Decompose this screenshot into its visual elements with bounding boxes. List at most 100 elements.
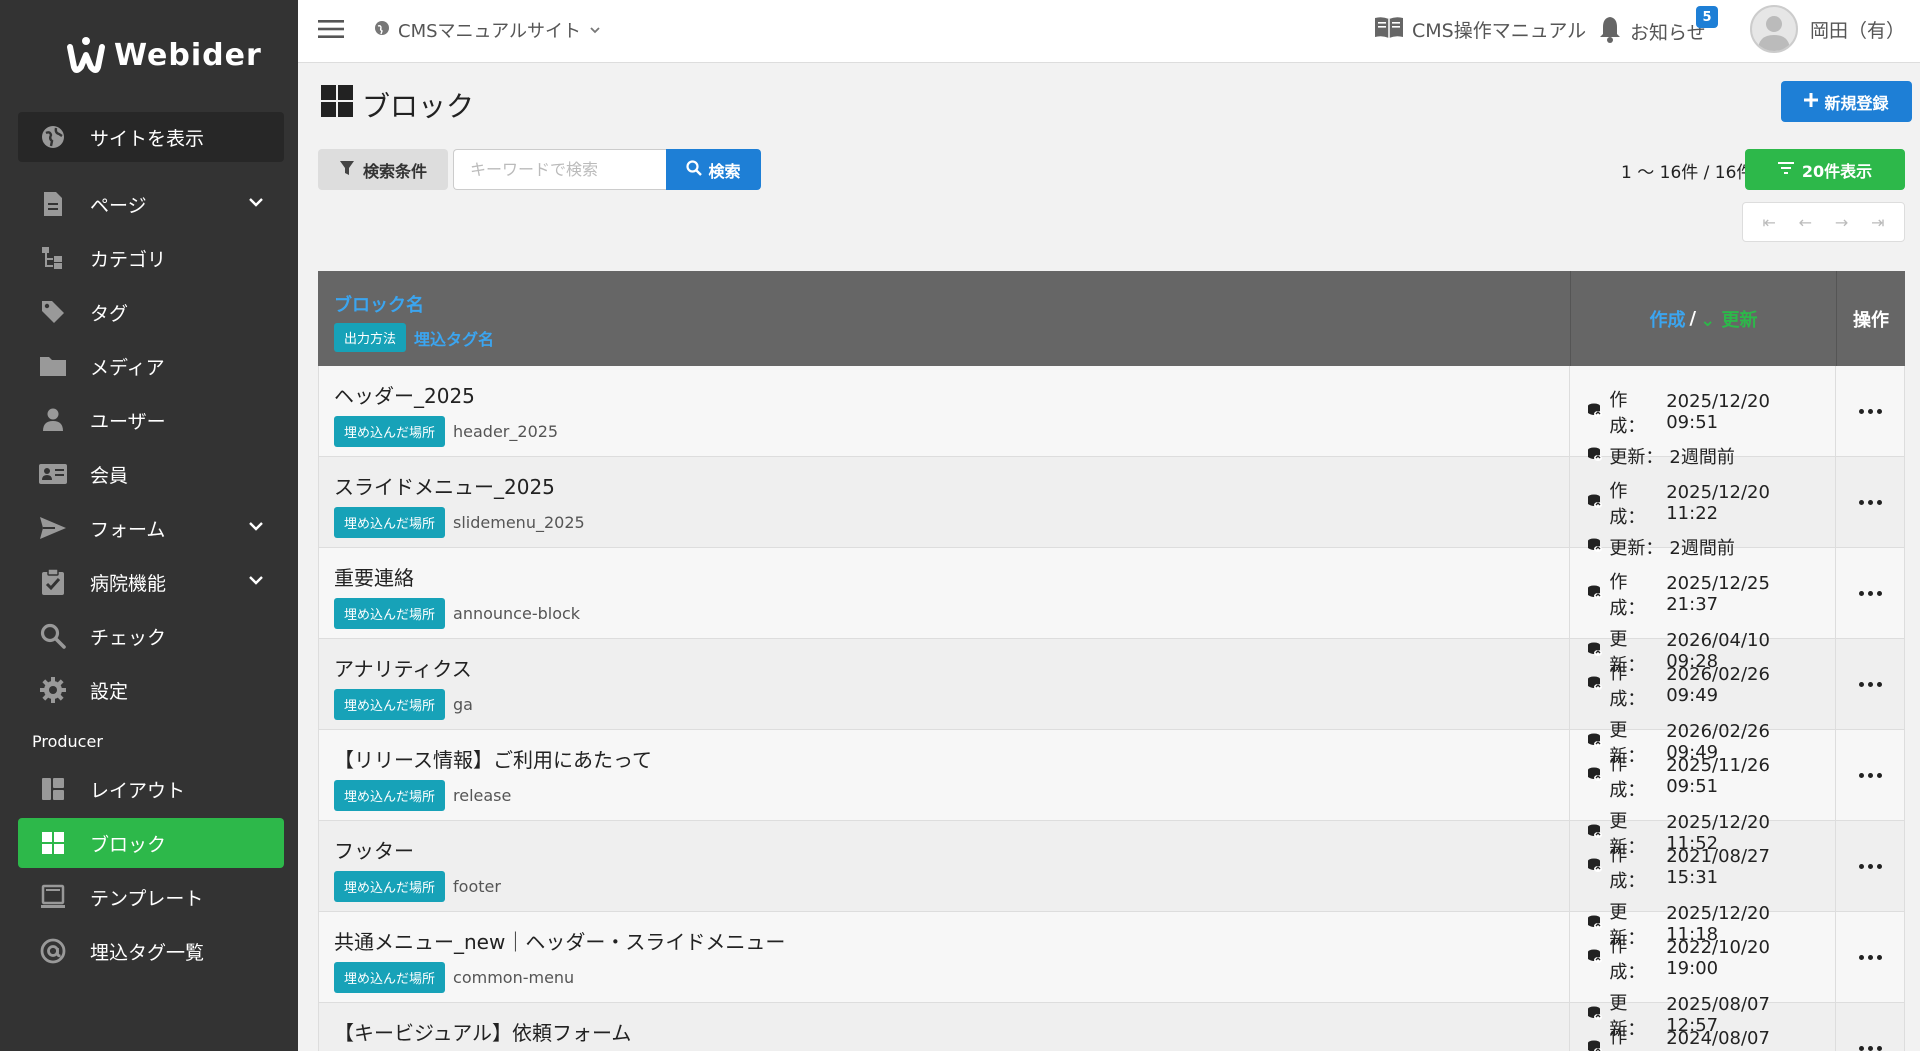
table-row[interactable]: 【キービジュアル】依頼フォーム 作成： 2024/08/07 12:01 <box>318 1003 1905 1051</box>
sidebar-item-forms[interactable]: フォーム <box>18 503 284 553</box>
block-name[interactable]: フッター <box>334 835 1554 864</box>
embed-location-chip[interactable]: 埋め込んだ場所 <box>334 780 446 811</box>
embed-location-chip[interactable]: 埋め込んだ場所 <box>334 598 446 629</box>
embed-location-chip[interactable]: 埋め込んだ場所 <box>334 962 446 993</box>
manual-link[interactable]: CMS操作マニュアル <box>1374 15 1586 44</box>
row-actions-cell <box>1836 548 1904 638</box>
brand-logo[interactable]: Webider <box>64 30 262 80</box>
pagination: ⇤ ← → ⇥ <box>1742 202 1905 242</box>
result-count: 1 〜 16件 / 16件 <box>1621 163 1754 183</box>
created-prefix: 作成： <box>1609 663 1646 710</box>
brand-name: Webider <box>114 37 262 73</box>
more-actions-icon[interactable] <box>1858 772 1882 778</box>
last-page-icon[interactable]: ⇥ <box>1871 213 1884 232</box>
database-icon <box>1587 948 1603 969</box>
filter-conditions-button[interactable]: 検索条件 <box>318 149 448 190</box>
embed-location-chip[interactable]: 埋め込んだ場所 <box>334 507 446 538</box>
row-actions-cell <box>1836 1003 1904 1051</box>
table-row[interactable]: フッター 埋め込んだ場所 footer 作成： 2021/08/27 15:31 更新： 2… <box>318 821 1905 949</box>
book-icon <box>1374 15 1404 44</box>
more-actions-icon[interactable] <box>1858 863 1882 869</box>
table-row[interactable]: アナリティクス 埋め込んだ場所 ga 作成： 2026/02/26 09:49 更新： 20… <box>318 639 1905 767</box>
sidebar-item-hospital[interactable]: 病院機能 <box>18 557 284 607</box>
created-prefix: 作成： <box>1609 572 1646 619</box>
sort-block-name[interactable]: ブロック名 <box>334 291 1554 317</box>
embed-location-chip[interactable]: 埋め込んだ場所 <box>334 689 446 720</box>
more-actions-icon[interactable] <box>1858 954 1882 960</box>
block-name[interactable]: スライドメニュー_2025 <box>334 471 1554 500</box>
layout-icon <box>38 774 68 804</box>
block-name[interactable]: ヘッダー_2025 <box>334 380 1554 409</box>
site-selector[interactable]: CMSマニュアルサイト <box>374 17 601 43</box>
sidebar-item-blocks[interactable]: ブロック <box>18 818 284 868</box>
notification-count-badge: 5 <box>1696 6 1718 28</box>
sidebar-item-layout[interactable]: レイアウト <box>18 764 284 814</box>
table-row[interactable]: ヘッダー_2025 埋め込んだ場所 header_2025 作成： 2025/12/20… <box>318 366 1905 468</box>
block-name[interactable]: 共通メニュー_new｜ヘッダー・スライドメニュー <box>334 926 1554 955</box>
block-name-cell: 【リリース情報】ご利用にあたって 埋め込んだ場所 release <box>319 730 1571 820</box>
hamburger-menu-icon[interactable] <box>318 19 344 43</box>
table-row[interactable]: 【リリース情報】ご利用にあたって 埋め込んだ場所 release 作成： 2025/11… <box>318 730 1905 858</box>
sidebar-item-members[interactable]: 会員 <box>18 449 284 499</box>
more-actions-icon[interactable] <box>1858 590 1882 596</box>
created-prefix: 作成： <box>1609 390 1646 437</box>
created-prefix: 作成： <box>1609 481 1646 528</box>
row-actions-cell <box>1836 912 1904 1002</box>
next-page-icon[interactable]: → <box>1835 213 1848 232</box>
block-name[interactable]: アナリティクス <box>334 653 1554 682</box>
sidebar-item-users[interactable]: ユーザー <box>18 395 284 445</box>
sidebar-item-media[interactable]: メディア <box>18 341 284 391</box>
avatar <box>1750 5 1798 53</box>
plus-icon <box>1804 92 1819 111</box>
sidebar-item-settings[interactable]: 設定 <box>18 665 284 715</box>
embed-location-chip[interactable]: 埋め込んだ場所 <box>334 416 446 447</box>
more-actions-icon[interactable] <box>1858 681 1882 687</box>
new-register-label: 新規登録 <box>1824 93 1889 113</box>
grid-icon <box>38 828 68 858</box>
per-page-button[interactable]: 20件表示 <box>1745 149 1905 190</box>
more-actions-icon[interactable] <box>1858 408 1882 414</box>
notification-button[interactable]: お知らせ <box>1598 15 1706 48</box>
date-cell: 作成： 2025/12/20 11:22 更新： 2週間前 <box>1570 457 1837 559</box>
sidebar-item-category[interactable]: カテゴリ <box>18 233 284 283</box>
date-cell: 作成： 2025/12/20 09:51 更新： 2週間前 <box>1570 366 1837 468</box>
sort-updated[interactable]: ⌄ 更新 <box>1700 306 1757 332</box>
search-input[interactable] <box>453 149 667 190</box>
sort-embed-tag[interactable]: 埋込タグ名 <box>414 326 494 350</box>
table-row[interactable]: 重要連絡 埋め込んだ場所 announce-block 作成： 2025/12/25 2… <box>318 548 1905 676</box>
more-actions-icon[interactable] <box>1858 1045 1882 1051</box>
date-cell: 作成： 2021/08/27 15:31 更新： 2025/12/20 11:18 <box>1570 821 1837 949</box>
block-name[interactable]: 【キービジュアル】依頼フォーム <box>334 1017 1554 1046</box>
created-date: 2024/08/07 12:01 <box>1666 1028 1770 1051</box>
block-name[interactable]: 【リリース情報】ご利用にあたって <box>334 744 1554 773</box>
sidebar-item-embed-tags[interactable]: 埋込タグ一覧 <box>18 926 284 976</box>
user-name: 岡田（有） <box>1810 19 1906 42</box>
embed-tag-name: ga <box>453 695 473 714</box>
view-site-link[interactable]: サイトを表示 <box>18 112 284 162</box>
embed-location-chip[interactable]: 埋め込んだ場所 <box>334 871 446 902</box>
date-cell: 作成： 2025/11/26 09:51 更新： 2025/12/20 11:52 <box>1570 730 1837 858</box>
sort-created[interactable]: 作成 <box>1650 306 1686 332</box>
new-register-button[interactable]: 新規登録 <box>1781 81 1912 122</box>
send-icon <box>38 513 68 543</box>
block-name[interactable]: 重要連絡 <box>334 562 1554 591</box>
sidebar-item-check[interactable]: チェック <box>18 611 284 661</box>
chevron-down-icon <box>248 571 264 593</box>
sidebar-item-label: ページ <box>90 194 147 217</box>
sidebar-item-pages[interactable]: ページ <box>18 179 284 229</box>
prev-page-icon[interactable]: ← <box>1799 213 1812 232</box>
search-button[interactable]: 検索 <box>666 149 761 190</box>
database-icon <box>1587 402 1603 423</box>
sidebar-item-templates[interactable]: テンプレート <box>18 872 284 922</box>
sidebar-item-label: カテゴリ <box>90 248 167 271</box>
sidebar-item-tags[interactable]: タグ <box>18 287 284 337</box>
user-menu[interactable]: 岡田（有） <box>1750 5 1905 53</box>
at-icon <box>38 936 68 966</box>
notice-label: お知らせ <box>1630 22 1706 44</box>
logo-mark-icon <box>64 33 108 77</box>
first-page-icon[interactable]: ⇤ <box>1762 213 1775 232</box>
filter-label: 検索条件 <box>362 161 427 181</box>
table-row[interactable]: 共通メニュー_new｜ヘッダー・スライドメニュー 埋め込んだ場所 common-me… <box>318 912 1905 1040</box>
table-row[interactable]: スライドメニュー_2025 埋め込んだ場所 slidemenu_2025 作成： 202… <box>318 457 1905 559</box>
more-actions-icon[interactable] <box>1858 499 1882 505</box>
